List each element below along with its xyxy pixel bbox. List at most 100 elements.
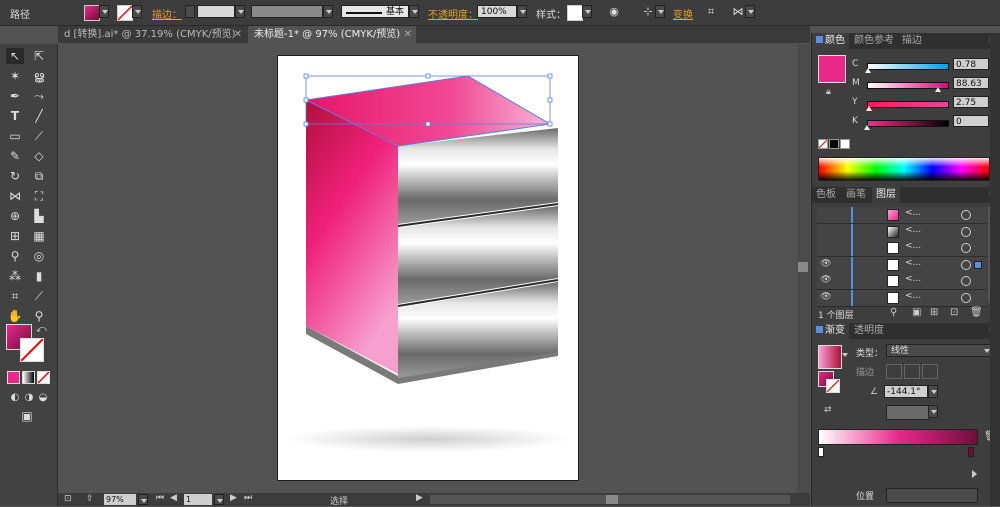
slice-icon[interactable]: ⟋ bbox=[30, 288, 48, 304]
canvas-area[interactable] bbox=[58, 44, 810, 493]
rectangle-icon[interactable]: ▭ bbox=[6, 128, 24, 144]
color-mode-button[interactable] bbox=[7, 371, 20, 384]
symbol-sprayer-icon[interactable]: ⁂ bbox=[6, 268, 24, 284]
horizontal-scrollbar[interactable] bbox=[430, 495, 790, 504]
tab-transparency[interactable]: 透明度 bbox=[850, 323, 888, 339]
rotate-icon[interactable]: ↻ bbox=[6, 168, 24, 184]
channel-value-input[interactable]: 88.63 bbox=[953, 77, 989, 89]
target-icon[interactable] bbox=[961, 210, 971, 220]
visibility-eye-icon[interactable]: 👁︎ bbox=[820, 292, 832, 304]
color-spectrum[interactable] bbox=[818, 157, 990, 181]
mesh-icon[interactable]: ⊞ bbox=[6, 228, 24, 244]
variable-width-profile[interactable] bbox=[251, 5, 323, 18]
artboard-number-input[interactable]: 1 bbox=[184, 494, 212, 505]
tab-gradient[interactable]: 渐变 bbox=[812, 323, 849, 339]
lock-icon[interactable]: 🔒︎ bbox=[826, 87, 831, 97]
line-icon[interactable]: ╱ bbox=[30, 108, 48, 124]
visibility-eye-icon[interactable]: 👁︎ bbox=[820, 275, 832, 287]
close-icon[interactable]: ✕ bbox=[234, 26, 242, 43]
slider-thumb[interactable] bbox=[864, 125, 870, 130]
tab-swatches[interactable]: 色板 bbox=[812, 187, 840, 203]
free-transform-icon[interactable]: ⛶ bbox=[30, 188, 48, 204]
artboard[interactable] bbox=[277, 55, 579, 481]
style-swatch[interactable] bbox=[567, 5, 583, 21]
shape-builder-icon[interactable]: ⊕ bbox=[6, 208, 24, 224]
target-icon[interactable] bbox=[961, 243, 971, 253]
delete-layer-icon[interactable]: 🗑︎ bbox=[970, 307, 983, 318]
arrange-dropdown[interactable] bbox=[745, 5, 755, 18]
stroke-weight-input[interactable] bbox=[197, 5, 235, 18]
gradient-icon[interactable]: ▦ bbox=[30, 228, 48, 244]
artboard-nav-icon[interactable]: ⊡ bbox=[64, 494, 72, 504]
fill-dropdown[interactable] bbox=[99, 5, 109, 18]
stroke-along-icon[interactable] bbox=[904, 364, 920, 379]
isolate-icon[interactable]: ⌗ bbox=[703, 4, 719, 20]
gradient-preset-dropdown[interactable] bbox=[842, 353, 848, 357]
status-menu-icon[interactable]: ▶ bbox=[416, 493, 423, 503]
tab-color[interactable]: 颜色 bbox=[812, 33, 849, 49]
visibility-eye-icon[interactable] bbox=[820, 226, 832, 238]
brush-dropdown[interactable] bbox=[409, 5, 419, 18]
variable-width-dropdown[interactable] bbox=[323, 5, 333, 18]
vertical-scrollbar[interactable] bbox=[797, 44, 810, 493]
screen-mode-icon[interactable]: ▣ bbox=[18, 408, 36, 424]
channel-value-input[interactable]: 0.78 bbox=[953, 58, 989, 70]
width-icon[interactable]: ⋈ bbox=[6, 188, 24, 204]
cabinet-illustration[interactable] bbox=[278, 56, 578, 480]
target-icon[interactable] bbox=[961, 259, 971, 270]
scale-icon[interactable]: ⧉ bbox=[30, 168, 48, 184]
stroke-label[interactable]: 描边： bbox=[152, 6, 182, 21]
none-mode-button[interactable] bbox=[37, 371, 50, 384]
angle-dropdown[interactable] bbox=[928, 385, 938, 398]
gradient-preview[interactable] bbox=[818, 345, 842, 369]
first-artboard-icon[interactable]: ⏮ bbox=[156, 493, 164, 503]
new-sublayer-icon[interactable]: ⊞ bbox=[930, 307, 938, 318]
tab-layers[interactable]: 图层 bbox=[872, 187, 900, 203]
style-dropdown[interactable] bbox=[582, 5, 592, 18]
hand-icon[interactable]: ✋ bbox=[6, 308, 24, 324]
stroke-within-icon[interactable] bbox=[886, 364, 902, 379]
export-icon[interactable]: ⇪ bbox=[86, 494, 94, 504]
scroll-thumb[interactable] bbox=[606, 495, 618, 504]
swap-fill-stroke-icon[interactable]: ⤺ bbox=[36, 324, 48, 336]
stroke-swatch[interactable] bbox=[117, 5, 133, 21]
transform-label[interactable]: 变换 bbox=[673, 6, 693, 21]
previous-artboard-icon[interactable]: ◀ bbox=[170, 493, 177, 503]
opacity-input[interactable]: 100% bbox=[477, 5, 517, 18]
slider-track[interactable] bbox=[867, 63, 949, 70]
visibility-eye-icon[interactable]: 👁︎ bbox=[820, 259, 832, 271]
layer-row[interactable]: <... bbox=[817, 207, 987, 224]
slider-track[interactable] bbox=[867, 120, 949, 127]
artboard-icon[interactable]: ⌗ bbox=[6, 288, 24, 304]
tab-brushes[interactable]: 画笔 bbox=[842, 187, 870, 203]
tab-stroke[interactable]: 描边 bbox=[898, 33, 926, 49]
aspect-dropdown[interactable] bbox=[928, 405, 938, 418]
gradient-stop-start[interactable] bbox=[818, 447, 824, 457]
next-artboard-icon[interactable]: ▶ bbox=[230, 493, 237, 503]
locate-object-icon[interactable]: ⚲ bbox=[890, 307, 897, 318]
align-icon[interactable]: ⊹ bbox=[640, 4, 656, 20]
new-layer-icon[interactable]: ⊡ bbox=[950, 307, 958, 318]
gradient-mode-button[interactable] bbox=[22, 371, 35, 384]
aspect-ratio-input[interactable] bbox=[886, 405, 930, 420]
make-clipping-mask-icon[interactable]: ▣ bbox=[912, 307, 921, 318]
none-swatch[interactable] bbox=[818, 139, 828, 149]
pen-icon[interactable]: ✒ bbox=[6, 88, 24, 104]
channel-value-input[interactable]: 2.75 bbox=[953, 96, 989, 108]
graph-icon[interactable]: ▮ bbox=[30, 268, 48, 284]
fill-swatch[interactable] bbox=[84, 5, 100, 21]
artboard-dropdown[interactable] bbox=[214, 494, 224, 505]
layer-row[interactable]: <... bbox=[817, 223, 987, 241]
opacity-dropdown[interactable] bbox=[517, 5, 527, 18]
lasso-icon[interactable]: ൠ bbox=[30, 68, 48, 84]
last-artboard-icon[interactable]: ⏭ bbox=[244, 493, 252, 503]
slider-thumb[interactable] bbox=[935, 87, 942, 92]
zoom-icon[interactable]: ⚲ bbox=[30, 308, 48, 324]
tab-color-guide[interactable]: 颜色参考 bbox=[850, 33, 898, 49]
gradient-panel-expand-icon[interactable] bbox=[972, 470, 977, 478]
brush-definition-field[interactable]: 基本 bbox=[341, 5, 409, 18]
slider-thumb[interactable] bbox=[864, 68, 871, 73]
selection-tool-icon[interactable]: ↖ bbox=[6, 48, 24, 64]
color-swatch[interactable] bbox=[818, 55, 846, 83]
opacity-label[interactable]: 不透明度： bbox=[428, 6, 478, 21]
